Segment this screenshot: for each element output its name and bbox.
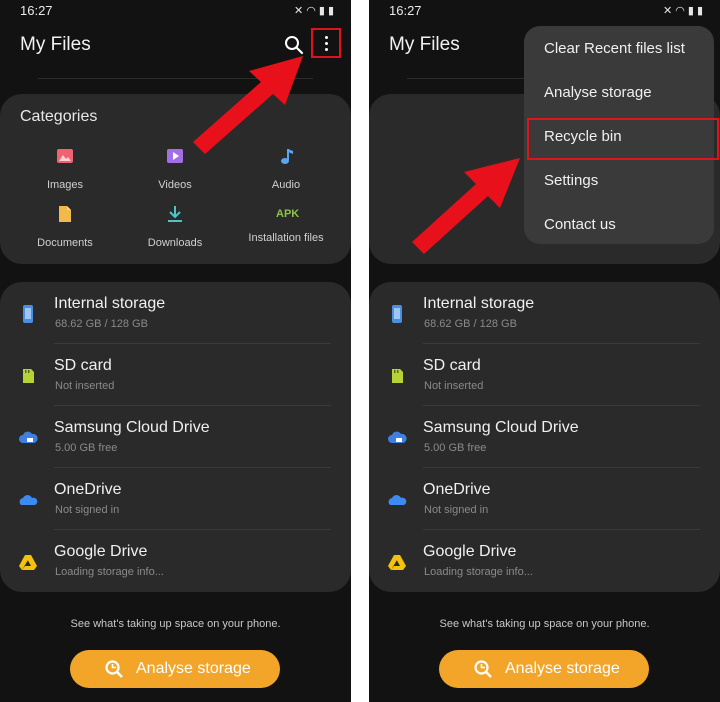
phone-icon	[23, 305, 33, 323]
storage-item-onedrive[interactable]: OneDrive Not signed in	[369, 468, 720, 530]
storage-item-samsung-cloud[interactable]: Samsung Cloud Drive 5.00 GB free	[0, 406, 351, 468]
page-title: My Files	[389, 34, 460, 55]
signal-icon: ▮	[318, 5, 328, 17]
storage-hint: See what's taking up space on your phone…	[439, 618, 650, 630]
category-images[interactable]: Images	[10, 146, 120, 191]
storage-detail: 5.00 GB free	[424, 442, 487, 454]
storage-detail: Not inserted	[55, 380, 115, 392]
storage-name: Internal storage	[423, 295, 535, 312]
category-label: Videos	[158, 179, 192, 191]
left-phone-screen: 16:27 ✕◠▮▮ My Files Categories Images Vi…	[0, 0, 351, 702]
mute-icon: ✕	[294, 5, 307, 17]
analyse-storage-button[interactable]: Analyse storage	[70, 650, 280, 688]
status-bar: 16:27 ✕◠▮▮	[0, 0, 351, 22]
cloud-icon	[388, 431, 407, 443]
storage-detail: 5.00 GB free	[55, 442, 118, 454]
overflow-menu: Clear Recent files list Analyse storage …	[524, 26, 719, 244]
download-icon	[168, 206, 182, 222]
storage-item-google-drive[interactable]: Google Drive Loading storage info...	[369, 530, 720, 592]
sd-card-icon	[23, 369, 34, 383]
cloud-icon	[19, 431, 38, 443]
status-bar: 16:27 ✕◠▮▮	[369, 0, 720, 22]
storage-card: Internal storage 68.62 GB / 128 GB SD ca…	[0, 282, 351, 592]
onedrive-icon	[19, 495, 38, 505]
analyse-icon	[474, 660, 492, 678]
storage-detail: Not signed in	[55, 504, 120, 516]
battery-icon: ▮	[327, 5, 337, 17]
storage-detail: 68.62 GB / 128 GB	[55, 318, 148, 330]
storage-name: OneDrive	[54, 481, 122, 498]
storage-detail: Loading storage info...	[424, 566, 533, 578]
phone-icon	[392, 305, 402, 323]
category-installation-files[interactable]: APK Installation files	[231, 204, 341, 244]
status-time: 16:27	[389, 3, 422, 18]
storage-item-samsung-cloud[interactable]: Samsung Cloud Drive 5.00 GB free	[369, 406, 720, 468]
category-downloads[interactable]: Downloads	[120, 204, 230, 249]
storage-hint: See what's taking up space on your phone…	[70, 618, 281, 630]
storage-item-internal[interactable]: Internal storage 68.62 GB / 128 GB	[369, 282, 720, 344]
categories-title: Categories	[20, 108, 98, 125]
category-label: Downloads	[147, 237, 203, 249]
mute-icon: ✕	[663, 5, 676, 17]
storage-item-sd-card[interactable]: SD card Not inserted	[0, 344, 351, 406]
storage-detail: Loading storage info...	[55, 566, 164, 578]
recycle-bin-highlight	[527, 118, 719, 160]
category-label: Audio	[271, 179, 301, 191]
storage-name: Google Drive	[423, 543, 517, 560]
status-icons: ✕◠▮▮	[294, 4, 337, 17]
storage-name: Internal storage	[54, 295, 166, 312]
google-drive-icon	[388, 555, 406, 570]
storage-card: Internal storage 68.62 GB / 128 GB SD ca…	[369, 282, 720, 592]
storage-item-google-drive[interactable]: Google Drive Loading storage info...	[0, 530, 351, 592]
analyse-icon	[105, 660, 123, 678]
right-phone-screen: 16:27 ✕◠▮▮ My Files Internal storage 68.…	[369, 0, 720, 702]
document-icon	[59, 206, 71, 222]
menu-item-contact-us[interactable]: Contact us	[544, 216, 616, 233]
menu-item-settings[interactable]: Settings	[544, 172, 598, 189]
category-label: Documents	[37, 237, 93, 249]
apk-icon: APK	[276, 208, 300, 220]
page-title: My Files	[20, 34, 91, 55]
wifi-icon: ◠	[675, 5, 688, 17]
storage-detail: Not inserted	[424, 380, 484, 392]
annotation-arrow	[193, 56, 303, 154]
wifi-icon: ◠	[306, 5, 319, 17]
storage-name: Samsung Cloud Drive	[423, 419, 579, 436]
storage-item-onedrive[interactable]: OneDrive Not signed in	[0, 468, 351, 530]
signal-icon: ▮	[687, 5, 697, 17]
menu-item-clear-recent[interactable]: Clear Recent files list	[544, 40, 685, 57]
image-icon	[57, 149, 73, 163]
category-documents[interactable]: Documents	[10, 204, 120, 249]
storage-name: Samsung Cloud Drive	[54, 419, 210, 436]
storage-name: SD card	[54, 357, 112, 374]
storage-detail: 68.62 GB / 128 GB	[424, 318, 517, 330]
status-icons: ✕◠▮▮	[663, 4, 706, 17]
storage-name: OneDrive	[423, 481, 491, 498]
sd-card-icon	[392, 369, 403, 383]
annotation-arrow	[412, 158, 520, 254]
more-options-icon[interactable]	[311, 28, 341, 58]
google-drive-icon	[19, 555, 37, 570]
category-label: Images	[46, 179, 84, 191]
analyse-storage-label: Analyse storage	[136, 660, 251, 677]
analyse-storage-label: Analyse storage	[505, 660, 620, 677]
storage-name: SD card	[423, 357, 481, 374]
menu-item-analyse-storage[interactable]: Analyse storage	[544, 84, 652, 101]
analyse-storage-button[interactable]: Analyse storage	[439, 650, 649, 688]
category-label: Installation files	[248, 232, 324, 244]
storage-item-internal[interactable]: Internal storage 68.62 GB / 128 GB	[0, 282, 351, 344]
video-icon	[167, 149, 183, 163]
storage-detail: Not signed in	[424, 504, 489, 516]
battery-icon: ▮	[696, 5, 706, 17]
storage-name: Google Drive	[54, 543, 148, 560]
onedrive-icon	[388, 495, 407, 505]
status-time: 16:27	[20, 3, 53, 18]
storage-item-sd-card[interactable]: SD card Not inserted	[369, 344, 720, 406]
